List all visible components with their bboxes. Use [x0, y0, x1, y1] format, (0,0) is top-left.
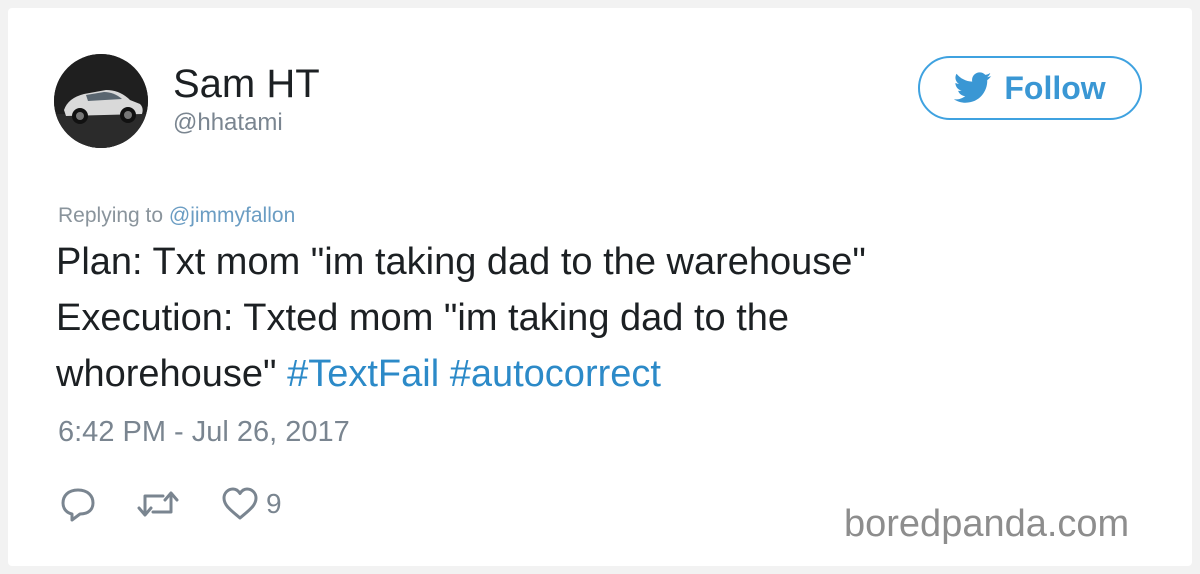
- tweet-line-1: Plan: Txt mom "im taking dad to the ware…: [56, 241, 866, 283]
- tweet-actions: 9: [58, 484, 282, 524]
- tweet-line-3-text: whorehouse": [56, 353, 277, 395]
- hashtag-link[interactable]: #TextFail: [287, 353, 439, 395]
- like-button[interactable]: [180, 484, 260, 524]
- tweet-line-2: Execution: Txted mom "im taking dad to t…: [56, 297, 790, 339]
- hashtag-link[interactable]: #autocorrect: [450, 353, 661, 395]
- reply-prefix: Replying to: [58, 204, 164, 227]
- follow-label: Follow: [1004, 69, 1106, 106]
- car-avatar-icon: [54, 54, 148, 148]
- reply-context: Replying to @jimmyfallon: [58, 202, 295, 230]
- heart-icon: [222, 487, 258, 520]
- user-avatar[interactable]: [54, 54, 148, 148]
- tweet-line-3: whorehouse" #TextFail #autocorrect: [56, 346, 1116, 402]
- reply-mention-link[interactable]: @jimmyfallon: [169, 204, 295, 227]
- tweet-text: Plan: Txt mom "im taking dad to the ware…: [56, 234, 1116, 402]
- reply-icon: [61, 488, 95, 522]
- retweet-button[interactable]: [98, 484, 180, 524]
- reply-button[interactable]: [58, 484, 98, 524]
- tweet-timestamp[interactable]: 6:42 PM - Jul 26, 2017: [58, 414, 350, 450]
- author-handle[interactable]: @hhatami: [173, 108, 283, 138]
- author-name[interactable]: Sam HT: [173, 62, 320, 106]
- retweet-icon: [137, 491, 179, 517]
- twitter-bird-icon: [954, 72, 992, 103]
- tweet-card: Sam HT @hhatami Follow Replying to @jimm…: [8, 8, 1192, 566]
- like-count: 9: [266, 488, 282, 519]
- follow-button[interactable]: Follow: [918, 56, 1142, 120]
- watermark: boredpanda.com: [844, 503, 1130, 545]
